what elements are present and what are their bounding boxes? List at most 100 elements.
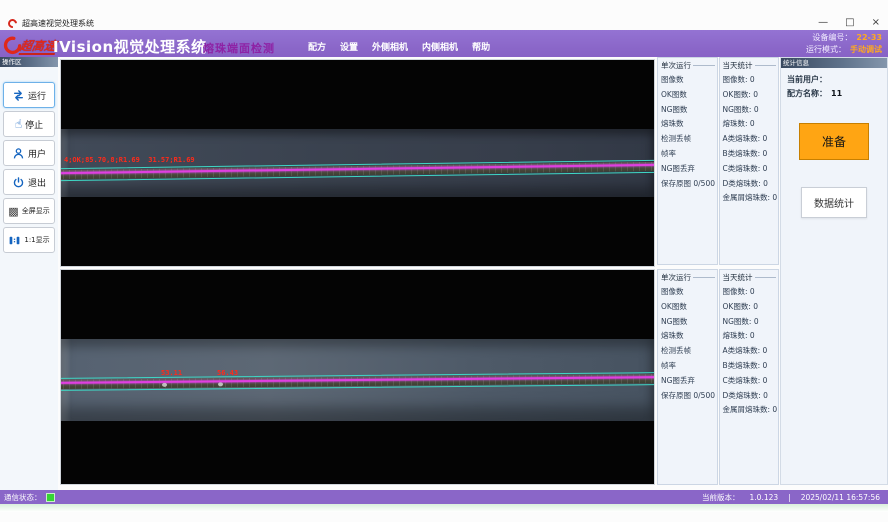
stat-row: NG图丢弃 (661, 162, 717, 177)
os-titlebar: 超高速视觉处理系统 — □ × (0, 16, 888, 30)
menu-item[interactable]: 外侧相机 (372, 40, 408, 53)
window-controls: — □ × (818, 18, 880, 28)
menu-item[interactable]: 配方 (308, 40, 326, 53)
stat-row: B类熔珠数: 0 (723, 147, 779, 162)
stat-row: B类熔珠数: 0 (723, 359, 779, 374)
recipe-row: 配方名称： 11 (787, 87, 881, 101)
app-logo-icon (6, 17, 19, 30)
window-title: 超高速视觉处理系统 (22, 18, 94, 29)
data-statistics-button[interactable]: 数据统计 (801, 187, 867, 218)
exit-button[interactable]: 退出 (3, 169, 55, 195)
app-header: 超高速 IVision视觉处理系统 熔珠端面检测 配方设置外侧相机内侧相机帮助 … (0, 30, 888, 57)
single-run-rows: 图像数OK图数NG图数熔珠数检测丢帧帧率NG图丢弃保存原图 0/500 (661, 285, 717, 403)
stat-row: NG图数 (661, 315, 717, 330)
page-subtitle: 熔珠端面检测 (203, 40, 275, 56)
status-datetime: 2025/02/11 16:57:56 (801, 493, 880, 502)
stat-row: 检测丢帧 (661, 132, 717, 147)
stat-row: 熔珠数 (661, 117, 717, 132)
stat-row: 熔珠数: 0 (723, 117, 779, 132)
measurement-annotation: 4;OK;85.70,8;R1.69 31.57;R1.69 (64, 156, 195, 164)
stat-row: OK图数 (661, 300, 717, 315)
outer-camera-view: 4;OK;85.70,8;R1.69 31.57;R1.69 (60, 59, 655, 267)
bead-blob (218, 382, 223, 386)
device-number-value: 22-33 (856, 32, 882, 44)
inner-stats-panel: 单次运行 图像数OK图数NG图数熔珠数检测丢帧帧率NG图丢弃保存原图 0/500… (657, 269, 779, 485)
version-label: 当前版本： (702, 492, 740, 503)
stat-row: OK图数: 0 (723, 88, 779, 103)
qr-grid-icon: ▩ (8, 206, 18, 217)
stat-row: 金属屑熔珠数: 0 (723, 403, 779, 418)
stat-row: 熔珠数 (661, 329, 717, 344)
status-bar: 通信状态： 当前版本： 1.0.123 | 2025/02/11 16:57:5… (0, 490, 888, 504)
desktop-edge (0, 504, 888, 512)
main-menu: 配方 设置 外侧相机 内侧相机 帮助 (308, 40, 490, 53)
close-icon[interactable]: × (872, 18, 880, 28)
single-run-column: 单次运行 图像数OK图数NG图数熔珠数检测丢帧帧率NG图丢弃保存原图 0/500 (657, 269, 718, 485)
single-run-rows: 图像数OK图数NG图数熔珠数检测丢帧帧率NG图丢弃保存原图 0/500 (661, 73, 717, 191)
device-info: 设备编号： 22-33 运行模式： 手动调试 (806, 32, 882, 56)
current-user-row: 当前用户： (787, 73, 881, 87)
measurement-annotation: 53.11 (161, 369, 182, 377)
sidebar-buttons: 运行 ☝ 停止 用户 (0, 67, 58, 253)
statistics-info-panel: 统计信息 当前用户： 配方名称： 11 准备 数据统计 (780, 57, 888, 485)
outer-stats-panel: 单次运行 图像数OK图数NG图数熔珠数检测丢帧帧率NG图丢弃保存原图 0/500… (657, 57, 779, 265)
menu-item[interactable]: 帮助 (472, 40, 490, 53)
page-title: IVision视觉处理系统 (53, 36, 207, 57)
brand-logo: 超高速 (3, 32, 56, 55)
maximize-icon[interactable]: □ (845, 18, 854, 28)
daily-stats-column: 当天统计 图像数: 0OK图数: 0NG图数: 0熔珠数: 0A类熔珠数: 0B… (719, 57, 780, 265)
stat-row: NG图数: 0 (723, 103, 779, 118)
comm-status-indicator (46, 493, 55, 502)
stat-row: C类熔珠数: 0 (723, 374, 779, 389)
stat-row: 帧率 (661, 147, 717, 162)
brand-logo-text: 超高速 (19, 39, 58, 55)
daily-stats-title: 当天统计 (723, 60, 779, 71)
stat-row: A类熔珠数: 0 (723, 132, 779, 147)
ready-button[interactable]: 准备 (799, 123, 869, 160)
fullscreen-button[interactable]: ▩ 全屏显示 (3, 198, 55, 224)
sync-arrows-icon (12, 89, 25, 102)
stat-row: 熔珠数: 0 (723, 329, 779, 344)
operation-sidebar: 操作区 运行 ☝ 停止 (0, 57, 58, 490)
recipe-label: 配方名称： (787, 89, 827, 98)
version-separator: | (788, 493, 791, 502)
stat-row: NG图数: 0 (723, 315, 779, 330)
stat-row: 检测丢帧 (661, 344, 717, 359)
run-button-label: 运行 (28, 89, 46, 102)
stat-row: NG图数 (661, 103, 717, 118)
measurement-annotation: 56.43 (217, 369, 238, 377)
menu-item[interactable]: 设置 (340, 40, 358, 53)
sidebar-title: 操作区 (0, 57, 58, 67)
single-run-title: 单次运行 (661, 272, 717, 283)
single-run-title: 单次运行 (661, 60, 717, 71)
run-mode-label: 运行模式： (806, 44, 846, 56)
run-mode-row: 运行模式： 手动调试 (806, 44, 882, 56)
stat-row: OK图数: 0 (723, 300, 779, 315)
run-button[interactable]: 运行 (3, 82, 55, 108)
user-button[interactable]: 用户 (3, 140, 55, 166)
power-icon (12, 176, 25, 189)
menu-item[interactable]: 内侧相机 (422, 40, 458, 53)
recipe-value: 11 (831, 89, 842, 98)
minimize-icon[interactable]: — (818, 18, 828, 28)
stat-row: D类熔珠数: 0 (723, 177, 779, 192)
stat-row: 金属屑熔珠数: 0 (723, 191, 779, 206)
info-panel-body: 当前用户： 配方名称： 11 准备 数据统计 (781, 68, 887, 223)
one-to-one-icon (8, 234, 21, 247)
stat-row: 保存原图 0/500 (661, 177, 717, 192)
one-to-one-button-label: 1:1显示 (24, 235, 49, 245)
device-number-row: 设备编号： 22-33 (806, 32, 882, 44)
stat-row: 图像数 (661, 73, 717, 88)
stop-button[interactable]: ☝ 停止 (3, 111, 55, 137)
one-to-one-button[interactable]: 1:1显示 (3, 227, 55, 253)
stat-row: 图像数: 0 (723, 285, 779, 300)
stat-row: 保存原图 0/500 (661, 389, 717, 404)
stat-row: 图像数: 0 (723, 73, 779, 88)
version-value: 1.0.123 (750, 493, 779, 502)
inner-camera-view: 53.11 56.43 (60, 269, 655, 485)
stat-row: C类熔珠数: 0 (723, 162, 779, 177)
info-panel-title: 统计信息 (781, 58, 887, 68)
run-mode-value: 手动调试 (850, 44, 882, 56)
daily-stats-title: 当天统计 (723, 272, 779, 283)
exit-button-label: 退出 (28, 176, 46, 189)
